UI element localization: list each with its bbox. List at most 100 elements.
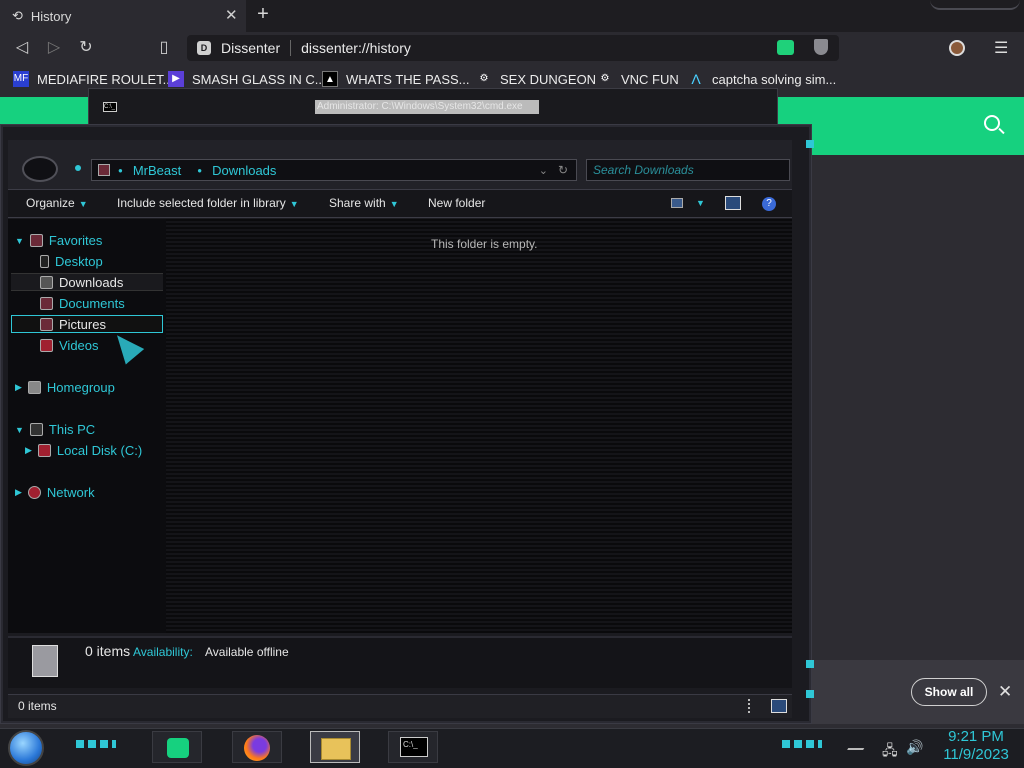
back-icon[interactable]: ◁: [12, 38, 32, 58]
frame-decoration: [806, 690, 814, 698]
nav-label: Homegroup: [46, 380, 115, 395]
large-icons-view-icon[interactable]: [771, 699, 787, 713]
address-bar[interactable]: D Dissenter dissenter://history: [187, 35, 839, 61]
taskbar-decoration: [782, 740, 822, 748]
nav-label: Local Disk (C:): [56, 443, 143, 458]
new-tab-button[interactable]: +: [252, 4, 274, 26]
reload-icon[interactable]: ↻: [76, 38, 96, 58]
bookmark-item[interactable]: Λ captcha solving sim...: [688, 71, 836, 87]
status-bar: [8, 694, 792, 718]
expand-arrow-icon[interactable]: ▼: [15, 236, 24, 246]
nav-local-disk[interactable]: ▶ Local Disk (C:): [25, 443, 142, 458]
bookmark-label: VNC FUN: [621, 71, 679, 87]
volume-icon[interactable]: 🔊: [906, 739, 923, 756]
clock-date: 11/9/2023: [943, 746, 1009, 763]
address-url[interactable]: dissenter://history: [301, 40, 411, 56]
extension-chat-icon[interactable]: [777, 40, 794, 55]
bookmark-label: WHATS THE PASS...: [346, 71, 470, 87]
refresh-icon[interactable]: ↻: [558, 163, 568, 177]
bookmark-item[interactable]: ▲ WHATS THE PASS...: [322, 71, 470, 87]
breadcrumb-item[interactable]: MrBeast: [133, 163, 181, 178]
gear-icon: ⚙: [600, 73, 610, 84]
explorer-search-input[interactable]: Search Downloads: [586, 159, 790, 181]
visual-studio-icon: ▶: [168, 71, 184, 87]
nav-videos[interactable]: Videos: [40, 338, 99, 353]
preview-pane-icon[interactable]: [725, 196, 741, 210]
organize-button[interactable]: Organize ▼: [26, 196, 88, 210]
breadcrumb-item[interactable]: Downloads: [212, 163, 276, 178]
new-folder-button[interactable]: New folder: [428, 196, 485, 210]
downloads-icon: [40, 276, 53, 289]
taskbar-file-explorer[interactable]: [310, 731, 360, 763]
nav-label: Desktop: [55, 254, 103, 269]
include-label: Include selected folder in library: [117, 196, 286, 210]
dropdown-icon[interactable]: ⌄: [539, 164, 548, 177]
history-dot-icon[interactable]: [75, 165, 81, 171]
expand-arrow-icon[interactable]: ▼: [15, 425, 24, 435]
availability-value: Available offline: [205, 645, 289, 659]
chat-app-icon: [167, 738, 189, 758]
homegroup-icon: [27, 381, 41, 394]
taskbar-cmd[interactable]: C:\_: [388, 731, 438, 763]
bookmark-icon[interactable]: ▯: [154, 38, 174, 58]
computer-icon: [29, 423, 43, 436]
help-icon[interactable]: ?: [762, 197, 776, 211]
cmd-icon: C:\_: [103, 102, 117, 112]
bookmark-item[interactable]: MF MEDIAFIRE ROULET...: [13, 71, 174, 87]
chevron-down-icon: ▼: [78, 199, 88, 209]
details-view-icon[interactable]: [748, 699, 752, 713]
separator-icon: ●: [118, 165, 123, 175]
gear-icon: ⚙: [479, 73, 489, 84]
share-with-button[interactable]: Share with ▼: [329, 196, 399, 210]
explorer-address-bar[interactable]: ● MrBeast ● Downloads ⌄ ↻: [91, 159, 577, 181]
menu-icon[interactable]: ☰: [994, 38, 1008, 58]
bookmark-item[interactable]: ⚙ VNC FUN: [597, 71, 679, 87]
network-icon: [27, 486, 41, 499]
show-all-button[interactable]: Show all: [911, 678, 987, 706]
frame-decoration: [806, 140, 814, 148]
taskbar-firefox[interactable]: [232, 731, 282, 763]
nav-label: This PC: [48, 422, 96, 437]
tab-history[interactable]: ⟲ History ✕: [0, 0, 246, 32]
folder-thumbnail-icon: [32, 645, 58, 677]
search-icon[interactable]: [984, 115, 1000, 131]
bookmark-item[interactable]: ⚙ SEX DUNGEON: [476, 71, 597, 87]
details-item-count: 0 items: [85, 643, 131, 659]
ghost-icon: ▲: [322, 71, 338, 87]
nav-homegroup[interactable]: ▶ Homegroup: [15, 380, 115, 395]
nav-downloads[interactable]: Downloads: [40, 275, 123, 290]
nav-this-pc[interactable]: ▼ This PC: [15, 422, 95, 437]
expand-arrow-icon[interactable]: ▶: [25, 445, 32, 456]
tab-close-icon[interactable]: ✕: [225, 6, 238, 24]
empty-folder-message: This folder is empty.: [431, 237, 538, 251]
lambda-icon: Λ: [691, 71, 701, 87]
nav-label: Pictures: [59, 317, 106, 332]
nav-network[interactable]: ▶ Network: [15, 485, 95, 500]
nav-pictures[interactable]: Pictures: [40, 317, 106, 332]
include-in-library-button[interactable]: Include selected folder in library ▼: [117, 196, 299, 210]
close-icon[interactable]: ✕: [998, 682, 1012, 702]
clock-time: 9:21 PM: [948, 728, 1004, 745]
expand-arrow-icon[interactable]: ▶: [15, 487, 22, 498]
taskbar-chat-app[interactable]: [152, 731, 202, 763]
back-forward-orb-icon[interactable]: [22, 156, 58, 182]
bookmark-label: SEX DUNGEON: [500, 71, 597, 87]
expand-arrow-icon[interactable]: ▶: [15, 382, 22, 393]
nav-documents[interactable]: Documents: [40, 296, 125, 311]
history-icon: ⟲: [12, 8, 23, 23]
desktop-icon: [40, 255, 49, 268]
nav-desktop[interactable]: Desktop: [40, 254, 103, 269]
view-options-icon[interactable]: [671, 198, 683, 208]
chevron-down-icon[interactable]: ▼: [696, 198, 705, 208]
bookmark-item[interactable]: ▶ SMASH GLASS IN C...: [168, 71, 326, 87]
shield-icon[interactable]: [814, 39, 828, 55]
file-list-area[interactable]: [166, 219, 792, 633]
network-status-icon[interactable]: 🖧: [882, 740, 898, 764]
forward-icon[interactable]: ▷: [44, 38, 64, 58]
bookmark-label: SMASH GLASS IN C...: [192, 71, 326, 87]
firefox-icon: [244, 735, 270, 761]
start-orb-icon[interactable]: [8, 730, 44, 766]
nav-favorites[interactable]: ▼ Favorites: [15, 233, 102, 248]
profile-avatar[interactable]: [949, 40, 965, 56]
taskbar-clock[interactable]: 9:21 PM 11/9/2023: [936, 728, 1016, 764]
